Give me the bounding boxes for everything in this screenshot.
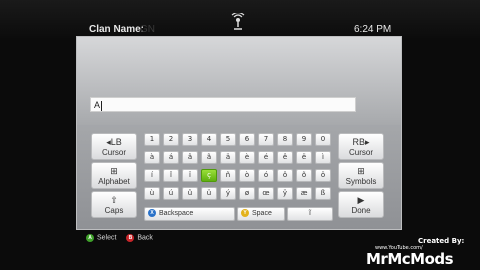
keyboard-key[interactable]: í [144,169,160,182]
keyboard-key[interactable]: ý [220,187,236,200]
button-legend: A Select B Back [86,234,153,242]
keyboard-key[interactable]: ù [144,187,160,200]
alphabet-button[interactable]: ⊞ Alphabet [91,162,137,189]
cursor-left-button[interactable]: ◂LB Cursor [91,133,137,160]
rb-icon: RB▸ [352,137,370,147]
grid-icon: ⊞ [110,166,118,176]
back-label: Back [137,234,153,242]
credit-heading: Created By: [418,237,465,245]
keyboard-key[interactable]: ß [315,187,331,200]
caps-button[interactable]: ⇧ Caps [91,191,137,218]
keyboard-key[interactable]: á [163,151,179,164]
network-signal-icon [231,13,245,30]
keyboard-key[interactable]: ü [201,187,217,200]
keyboard-key[interactable]: ÿ [277,187,293,200]
extra-char-key[interactable]: ĩ [287,207,333,221]
keyboard-key[interactable]: 2 [163,133,179,146]
lb-icon: ◂LB [106,137,122,147]
keyboard-key[interactable]: ø [239,187,255,200]
symbols-button[interactable]: ⊞ Symbols [338,162,384,189]
shift-icon: ⇧ [110,195,118,205]
keyboard-key[interactable]: õ [296,169,312,182]
keyboard-key[interactable]: ô [277,169,293,182]
done-button[interactable]: ▶ Done [338,191,384,218]
keyboard-key[interactable]: ú [163,187,179,200]
keyboard-key[interactable]: 6 [239,133,255,146]
keyboard-key[interactable]: 4 [201,133,217,146]
grid-icon: ⊞ [357,166,365,176]
keyboard-key[interactable]: 8 [277,133,293,146]
keyboard-key[interactable]: ò [239,169,255,182]
b-button-icon: B [126,234,135,242]
space-key[interactable]: Y Space [237,207,285,221]
keyboard-key[interactable]: ä [220,151,236,164]
keyboard-key[interactable]: 7 [258,133,274,146]
start-icon: ▶ [357,195,365,205]
keyboard-panel: A ◂LB Cursor ⊞ Alphabet ⇧ Caps RB▸ Curso… [76,36,402,230]
clock: 6:24 PM [354,24,392,35]
keyboard-key[interactable]: ï [182,169,198,182]
x-button-icon: X [148,209,156,218]
keyboard-key[interactable]: à [144,151,160,164]
keyboard-key[interactable]: û [182,187,198,200]
keyboard-key[interactable]: î [163,169,179,182]
cursor-right-button[interactable]: RB▸ Cursor [338,133,384,160]
keyboard-key[interactable]: ñ [220,169,236,182]
keyboard-key[interactable]: 9 [296,133,312,146]
clan-name-input[interactable]: A [90,97,356,112]
keyboard-key[interactable]: ã [201,151,217,164]
keyboard-key[interactable]: 3 [182,133,198,146]
a-button-icon: A [86,234,94,242]
credit-logo: MrMcMods [366,250,454,268]
keyboard-key[interactable]: œ [258,187,274,200]
select-label: Select [97,234,117,242]
keyboard-key[interactable]: ö [315,169,331,182]
keyboard-key[interactable]: ì [315,151,331,164]
text-caret [101,100,103,111]
keyboard-key[interactable]: é [258,151,274,164]
input-value: A [94,100,101,110]
selected-key[interactable]: ç [201,169,217,182]
keyboard-key[interactable]: ó [258,169,274,182]
keyboard-key[interactable]: ë [296,151,312,164]
backspace-key[interactable]: X Backspace [144,207,235,221]
virtual-keyboard: ◂LB Cursor ⊞ Alphabet ⇧ Caps RB▸ Cursor … [87,129,391,221]
keyboard-key[interactable]: æ [296,187,312,200]
keyboard-key[interactable]: è [239,151,255,164]
keyboard-key[interactable]: ê [277,151,293,164]
keyboard-key[interactable]: â [182,151,198,164]
title-ghost-text: GN [140,24,155,35]
keyboard-key[interactable]: 1 [144,133,160,146]
keyboard-key[interactable]: 5 [220,133,236,146]
page-title: Clan Name: [89,24,145,35]
y-button-icon: Y [241,209,249,218]
keyboard-key[interactable]: 0 [315,133,331,146]
